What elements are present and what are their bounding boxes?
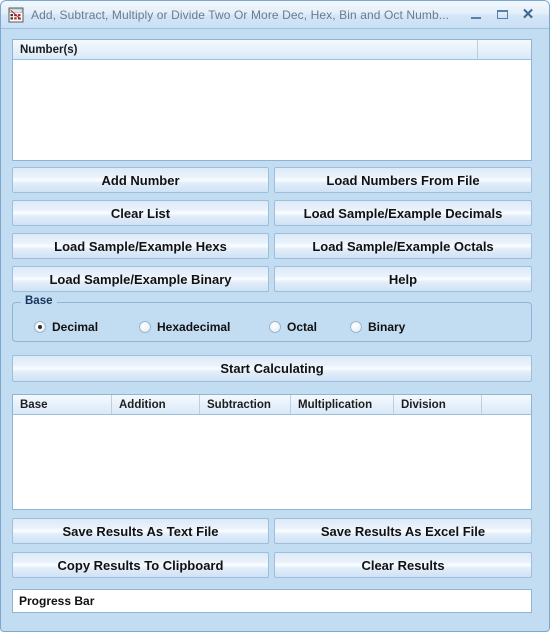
results-column-header-division[interactable]: Division (394, 395, 482, 414)
minimize-button[interactable] (463, 5, 489, 25)
radio-hexadecimal[interactable]: Hexadecimal (139, 317, 230, 337)
maximize-button[interactable] (489, 5, 515, 25)
copy-results-clipboard-button[interactable]: Copy Results To Clipboard (12, 552, 269, 578)
base-group-legend: Base (21, 295, 57, 307)
numbers-list-body[interactable] (13, 60, 531, 160)
save-results-text-button[interactable]: Save Results As Text File (12, 518, 269, 544)
load-sample-binary-button[interactable]: Load Sample/Example Binary (12, 266, 269, 292)
close-icon: ✕ (521, 6, 535, 23)
radio-label-octal: Octal (287, 320, 318, 334)
radio-binary[interactable]: Binary (350, 317, 405, 337)
radio-label-decimal: Decimal (52, 320, 99, 334)
window-controls: ✕ (463, 5, 541, 25)
results-list-header: Base Addition Subtraction Multiplication… (13, 395, 531, 415)
results-list[interactable]: Base Addition Subtraction Multiplication… (12, 394, 532, 510)
progress-bar: Progress Bar (12, 589, 532, 613)
numbers-list[interactable]: Number(s) (12, 39, 532, 161)
application-window: Add, Subtract, Multiply or Divide Two Or… (0, 0, 550, 632)
close-button[interactable]: ✕ (515, 5, 541, 25)
radio-octal[interactable]: Octal (269, 317, 317, 337)
save-results-excel-button[interactable]: Save Results As Excel File (274, 518, 532, 544)
radio-decimal[interactable]: Decimal (34, 317, 98, 337)
results-column-header-base[interactable]: Base (13, 395, 112, 414)
radio-label-binary: Binary (368, 320, 406, 334)
numbers-list-header: Number(s) (13, 40, 531, 60)
base-group: Base Decimal Hexadecimal Octal Binary (12, 295, 532, 342)
results-column-header-multiplication[interactable]: Multiplication (291, 395, 394, 414)
results-column-header-addition[interactable]: Addition (112, 395, 200, 414)
add-number-button[interactable]: Add Number (12, 167, 269, 193)
window-title: Add, Subtract, Multiply or Divide Two Or… (31, 7, 450, 22)
base-radio-row: Decimal Hexadecimal Octal Binary (13, 316, 531, 338)
load-numbers-from-file-button[interactable]: Load Numbers From File (274, 167, 532, 193)
radio-label-hexadecimal: Hexadecimal (157, 320, 231, 334)
numbers-column-header[interactable]: Number(s) (13, 40, 478, 59)
clear-list-button[interactable]: Clear List (12, 200, 269, 226)
results-column-header-subtraction[interactable]: Subtraction (200, 395, 291, 414)
title-bar: Add, Subtract, Multiply or Divide Two Or… (1, 1, 549, 29)
radio-dot-octal[interactable] (269, 321, 281, 333)
clear-results-button[interactable]: Clear Results (274, 552, 532, 578)
load-sample-octals-button[interactable]: Load Sample/Example Octals (274, 233, 532, 259)
load-sample-decimals-button[interactable]: Load Sample/Example Decimals (274, 200, 532, 226)
load-sample-hexes-button[interactable]: Load Sample/Example Hexs (12, 233, 269, 259)
help-button[interactable]: Help (274, 266, 532, 292)
start-calculating-button[interactable]: Start Calculating (12, 355, 532, 382)
results-list-body[interactable] (13, 415, 531, 509)
results-column-header-extra[interactable] (482, 395, 531, 414)
numbers-column-header-extra[interactable] (478, 40, 531, 59)
radio-dot-decimal[interactable] (34, 321, 46, 333)
radio-dot-hexadecimal[interactable] (139, 321, 151, 333)
radio-dot-binary[interactable] (350, 321, 362, 333)
app-icon (7, 6, 25, 24)
